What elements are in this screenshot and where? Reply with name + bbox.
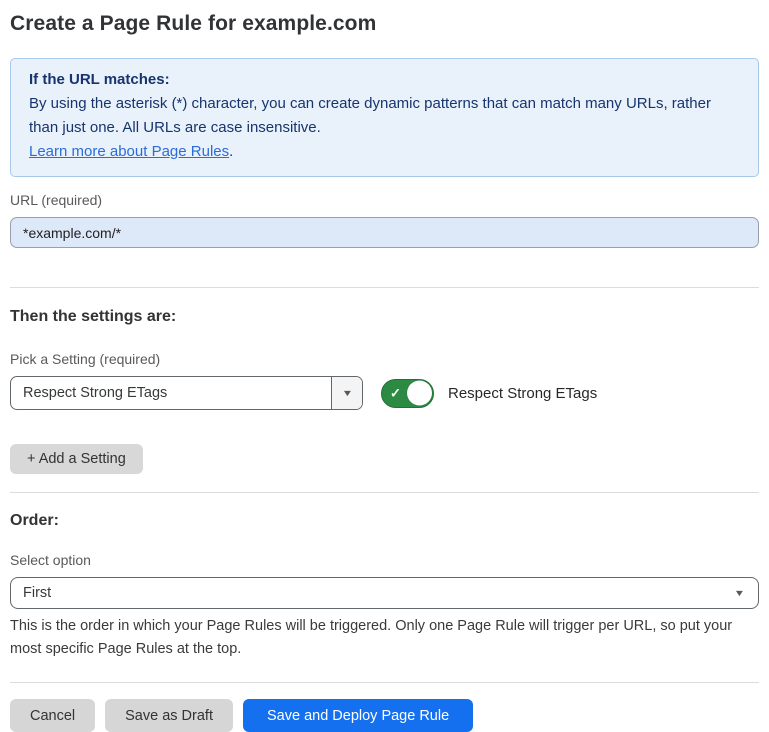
info-box-heading: If the URL matches: xyxy=(29,68,740,92)
add-setting-button[interactable]: + Add a Setting xyxy=(10,444,143,474)
info-box-body: By using the asterisk (*) character, you… xyxy=(29,92,740,140)
setting-row: Respect Strong ETags ▼ ✓ Respect Strong … xyxy=(10,376,759,410)
caret-down-icon: ▼ xyxy=(341,389,353,398)
url-input[interactable] xyxy=(10,217,759,248)
check-icon: ✓ xyxy=(390,387,401,400)
url-field-label: URL (required) xyxy=(10,192,759,208)
info-box-link-line: Learn more about Page Rules. xyxy=(29,140,740,164)
pick-setting-label: Pick a Setting (required) xyxy=(10,351,759,367)
link-suffix: . xyxy=(229,143,233,160)
page-title: Create a Page Rule for example.com xyxy=(10,12,759,36)
toggle-label: Respect Strong ETags xyxy=(448,385,597,402)
order-select[interactable]: First ▼ xyxy=(10,577,759,609)
footer-actions: Cancel Save as Draft Save and Deploy Pag… xyxy=(10,699,759,732)
order-select-label: Select option xyxy=(10,552,759,568)
cancel-button[interactable]: Cancel xyxy=(10,699,95,732)
setting-select[interactable]: Respect Strong ETags ▼ xyxy=(10,376,363,410)
order-select-caret-wrap: ▼ xyxy=(735,578,758,608)
settings-section-heading: Then the settings are: xyxy=(10,308,759,326)
etags-toggle[interactable]: ✓ xyxy=(381,379,434,408)
toggle-knob xyxy=(407,381,432,406)
section-divider xyxy=(10,287,759,288)
setting-select-value: Respect Strong ETags xyxy=(11,377,331,409)
section-divider xyxy=(10,492,759,493)
save-draft-button[interactable]: Save as Draft xyxy=(105,699,233,732)
learn-more-link[interactable]: Learn more about Page Rules xyxy=(29,143,229,160)
info-box-body-text: By using the asterisk (*) character, you… xyxy=(29,95,711,136)
order-help-text: This is the order in which your Page Rul… xyxy=(10,615,750,660)
url-match-info-box: If the URL matches: By using the asteris… xyxy=(10,58,759,177)
footer-divider xyxy=(10,682,759,683)
caret-down-icon: ▼ xyxy=(734,589,746,598)
setting-select-arrow-button[interactable]: ▼ xyxy=(331,377,362,409)
create-page-rule-form: Create a Page Rule for example.com If th… xyxy=(0,0,769,732)
order-section-heading: Order: xyxy=(10,512,759,530)
order-select-value: First xyxy=(11,578,735,608)
save-deploy-button[interactable]: Save and Deploy Page Rule xyxy=(243,699,473,732)
